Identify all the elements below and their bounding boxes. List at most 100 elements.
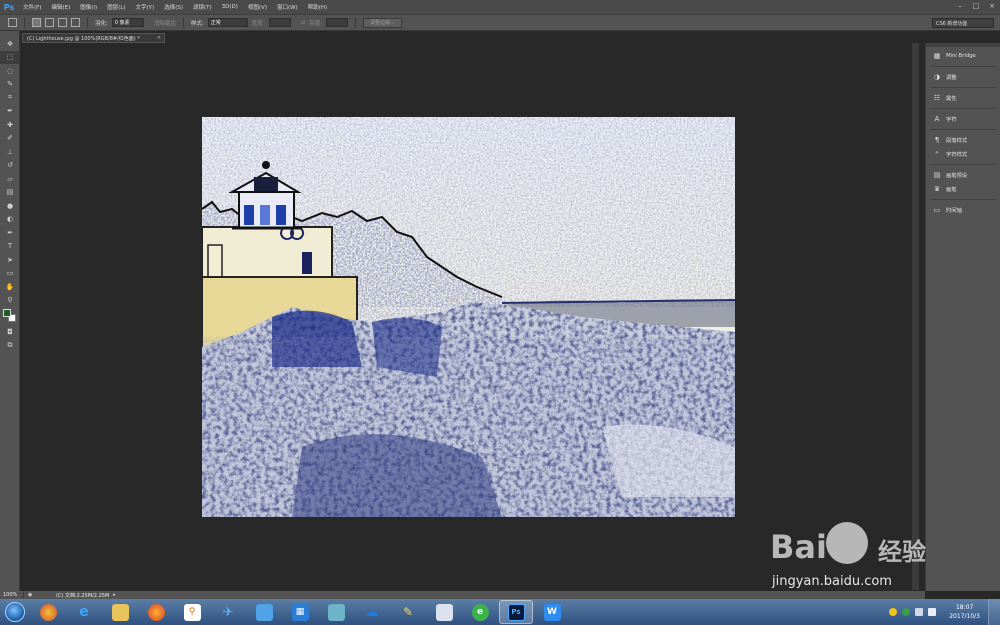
spot-healing-tool-icon[interactable]: ✚ [0,118,20,132]
add-selection-icon[interactable] [45,18,54,27]
hand-tool-icon[interactable]: ✋ [0,280,20,294]
antialias-checkbox[interactable]: 消除锯齿 [154,19,176,27]
folder-icon [111,603,129,621]
lasso-tool-icon[interactable]: ◌ [0,64,20,78]
vertical-scrollbar[interactable] [912,43,919,590]
menu-view[interactable]: 视图(V) [243,3,272,11]
blur-tool-icon[interactable]: ● [0,199,20,213]
menu-layer[interactable]: 图层(L) [102,3,130,11]
menu-file[interactable]: 文件(F) [18,3,46,11]
clock-time: 18:07 [955,604,974,611]
options-bar: 羽化: 0 像素 消除锯齿 样式: 正常 宽度: ⇄ 高度: 调整边缘... C… [0,14,1000,31]
taskbar-app[interactable]: e [463,600,497,624]
move-tool-icon[interactable]: ✥ [0,37,20,51]
menu-select[interactable]: 选择(S) [159,3,188,11]
screen-mode-icon[interactable]: ⧉ [0,339,20,353]
menu-window[interactable]: 窗口(W) [272,3,303,11]
taskbar-app[interactable]: W [535,600,569,624]
clock[interactable]: 18:07 2017/10/3 [949,603,980,621]
foreground-color[interactable] [3,309,11,317]
taskbar-app[interactable]: ✈ [211,600,245,624]
panel-brush[interactable]: ♛ 画笔 [926,182,1000,196]
eraser-tool-icon[interactable]: ▱ [0,172,20,186]
zoom-level[interactable]: 100% [0,592,24,598]
menu-3d[interactable]: 3D(D) [217,4,243,10]
zoom-tool-icon[interactable]: ⚲ [0,294,20,308]
taskbar-app[interactable] [247,600,281,624]
minimize-icon[interactable]: – [955,1,965,11]
network-icon[interactable] [915,608,924,616]
history-brush-tool-icon[interactable]: ↺ [0,159,20,173]
timeline-icon: ▭ [933,206,941,214]
show-desktop-button[interactable] [988,599,1000,625]
taskbar-app[interactable] [139,600,173,624]
panel-timeline[interactable]: ▭ 时间轴 [926,203,1000,217]
close-icon[interactable]: × [987,1,997,11]
style-label: 样式: [190,20,204,27]
quick-select-tool-icon[interactable]: ✎ [0,78,20,92]
taskbar-app[interactable]: Ps [499,600,533,624]
menu-image[interactable]: 图像(I) [75,3,102,11]
eyedropper-tool-icon[interactable]: ✒ [0,105,20,119]
subtract-selection-icon[interactable] [58,18,67,27]
width-label: 宽度: [251,20,265,27]
start-button[interactable] [0,599,30,625]
taskbar-app[interactable]: ▦ [283,600,317,624]
play-icon[interactable]: ▸ [113,592,119,598]
taskbar-app[interactable] [31,600,65,624]
menu-edit[interactable]: 编辑(E) [46,3,75,11]
marquee-preset-icon[interactable] [8,18,17,27]
volume-icon[interactable] [928,608,937,616]
marquee-tool-icon[interactable]: ⬚ [0,50,20,64]
brush-tool-icon[interactable]: ✐ [0,132,20,146]
menu-filter[interactable]: 滤镜(T) [188,3,217,11]
taskbar-app[interactable] [427,600,461,624]
taskbar-app[interactable] [103,600,137,624]
close-icon[interactable]: × [157,35,161,41]
height-input[interactable] [326,18,349,27]
path-select-tool-icon[interactable]: ➤ [0,253,20,267]
type-tool-icon[interactable]: T [0,240,20,254]
document-tab[interactable]: (C) Lighthouse.jpg @ 100%(RGB/8#/红色面) * … [22,33,165,43]
tray-app-icon[interactable] [902,608,911,616]
document-image[interactable] [202,117,735,517]
taskbar-app[interactable]: ✎ [391,600,425,624]
taskbar-app[interactable]: ⚲ [175,600,209,624]
windows-taskbar: e ⚲ ✈ ▦ ☁ ✎ e Ps W 18:07 2017/10/3 [0,599,1000,625]
clone-stamp-tool-icon[interactable]: ⊥ [0,145,20,159]
new-selection-icon[interactable] [32,18,41,27]
width-input[interactable] [268,18,291,27]
ie-icon: e [79,604,89,620]
panel-character[interactable]: A 字符 [926,112,1000,126]
panel-properties[interactable]: ☷ 属性 [926,91,1000,105]
adjustments-icon: ◑ [933,73,941,81]
maximize-icon[interactable]: □ [971,1,981,11]
intersect-selection-icon[interactable] [71,18,80,27]
wps-icon: W [543,603,561,621]
style-select[interactable]: 正常 [207,18,248,27]
crop-tool-icon[interactable]: ⌗ [0,91,20,105]
feather-input[interactable]: 0 像素 [111,18,144,27]
menu-type[interactable]: 文字(Y) [131,3,160,11]
tray-app-icon[interactable] [889,608,898,616]
menu-help[interactable]: 帮助(H) [303,3,332,11]
refine-edge-button[interactable]: 调整边缘... [363,17,402,28]
gradient-tool-icon[interactable]: ▤ [0,186,20,200]
taskbar-app[interactable] [319,600,353,624]
workspace-select[interactable]: CS6 新增功能 [932,18,994,28]
rectangle-tool-icon[interactable]: ▭ [0,267,20,281]
panel-adjustments[interactable]: ◑ 调整 [926,70,1000,84]
panel-paragraph-styles[interactable]: ¶ 段落样式 [926,133,1000,147]
taskbar-app[interactable]: e [67,600,101,624]
color-swatches[interactable] [0,307,20,325]
pen-tool-icon[interactable]: ✒ [0,226,20,240]
taskbar-app[interactable]: ☁ [355,600,389,624]
panel-character-styles[interactable]: ᴬ 字符样式 [926,147,1000,161]
window-controls: – □ × [955,1,997,11]
panel-mini-bridge[interactable]: ▦ Mini Bridge [926,49,1000,63]
quick-mask-icon[interactable]: ◘ [0,325,20,339]
dodge-tool-icon[interactable]: ◐ [0,213,20,227]
swap-icon[interactable]: ⇄ [301,20,306,26]
panel-brush-presets[interactable]: ▤ 画笔预设 [926,168,1000,182]
apps-grid-icon: ▦ [291,603,309,621]
